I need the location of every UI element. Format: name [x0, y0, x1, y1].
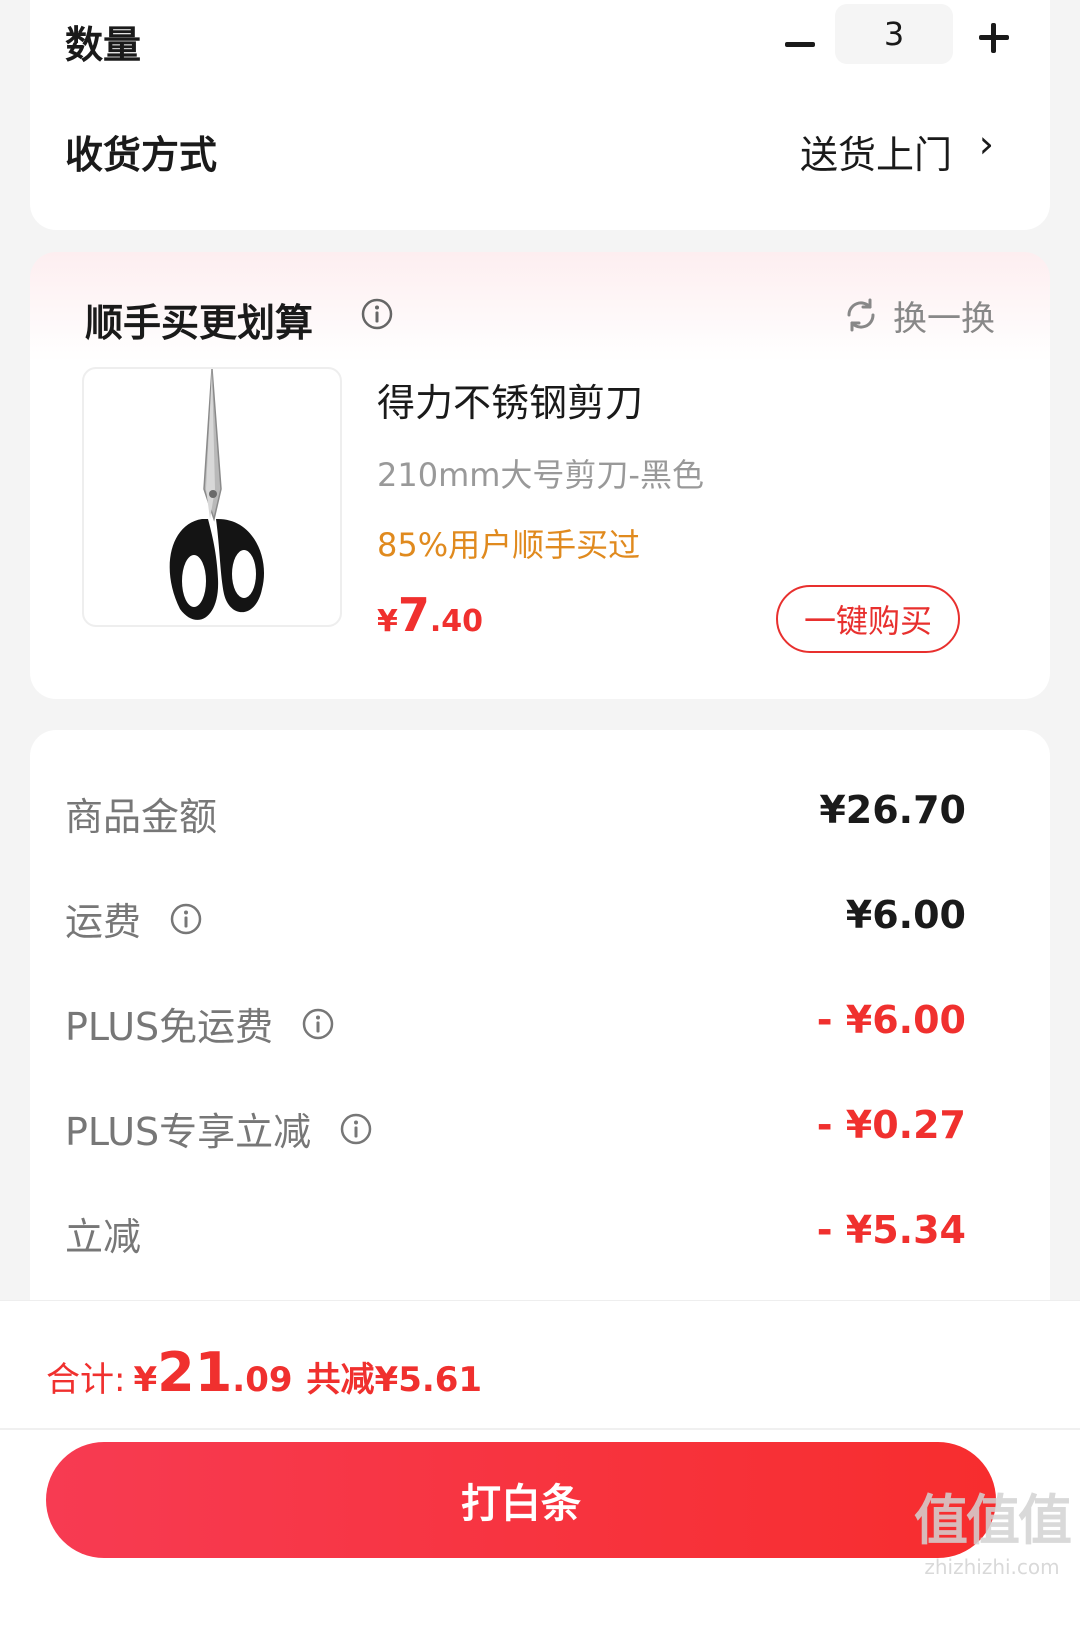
- plus-icon[interactable]: [972, 16, 1016, 60]
- fee-row: 立减 - ¥5.34: [30, 1200, 1050, 1260]
- refresh-icon: [847, 298, 875, 332]
- total-decimal: .09: [232, 1360, 293, 1400]
- fee-label: PLUS免运费: [65, 996, 335, 1051]
- watermark-logo: 值值值: [914, 1489, 1072, 1552]
- fee-label: 运费: [65, 891, 203, 946]
- product-image[interactable]: [82, 367, 342, 627]
- total-label: 合计:: [46, 1360, 126, 1400]
- info-icon[interactable]: [301, 1007, 335, 1041]
- price-decimal: .40: [429, 604, 484, 639]
- scissors-image: [169, 369, 265, 620]
- product-price: ¥ 7 .40: [377, 588, 483, 642]
- fee-value: - ¥6.00: [816, 998, 966, 1042]
- info-icon[interactable]: [360, 297, 394, 331]
- fee-value: ¥26.70: [819, 788, 966, 832]
- fee-label-text: 立减: [65, 1215, 142, 1259]
- recommendation-card: 顺手买更划算 换一换 得力不锈钢剪刀 210mm大号剪刀-黑色 85%用户顺手买…: [30, 252, 1050, 699]
- fee-label: 立减: [65, 1206, 141, 1261]
- total-currency: ¥: [133, 1360, 158, 1400]
- fee-row: 运费 ¥6.00: [30, 885, 1050, 945]
- product-name[interactable]: 得力不锈钢剪刀: [377, 372, 643, 427]
- quantity-label: 数量: [65, 23, 142, 67]
- fee-value: - ¥5.34: [816, 1208, 966, 1252]
- total-summary: 合计: ¥ 21 .09 共减¥5.61: [46, 1341, 482, 1404]
- total-integer: 21: [157, 1341, 233, 1404]
- info-icon[interactable]: [169, 902, 203, 936]
- fee-label-text: 运费: [65, 900, 142, 944]
- delivery-value: 送货上门: [799, 133, 952, 177]
- minus-icon[interactable]: [778, 24, 822, 64]
- fee-label: PLUS专享立减: [65, 1101, 373, 1156]
- quantity-input[interactable]: 3: [835, 4, 953, 64]
- fee-label-text: PLUS专享立减: [65, 1110, 312, 1154]
- fee-row: PLUS专享立减 - ¥0.27: [30, 1095, 1050, 1155]
- watermark-site: zhizhizhi.com: [924, 1555, 1060, 1579]
- recommendation-title: 顺手买更划算: [85, 301, 314, 345]
- order-options-card: 数量 3 收货方式 送货上门 ›: [30, 0, 1050, 230]
- divider: [0, 1428, 1080, 1430]
- one-click-buy-button[interactable]: 一键购买: [776, 585, 960, 653]
- fee-label: 商品金额: [65, 786, 217, 841]
- delivery-label: 收货方式: [65, 133, 218, 177]
- refresh-button[interactable]: 换一换: [843, 292, 995, 339]
- price-breakdown-card: 商品金额 ¥26.70 运费 ¥6.00 PLUS免运费 - ¥6.00 PLUS专享立减 -…: [30, 730, 1050, 1330]
- chevron-right-icon: ›: [978, 122, 994, 166]
- fee-label-text: 商品金额: [65, 795, 218, 839]
- fee-value: ¥6.00: [845, 893, 966, 937]
- pay-button[interactable]: 打白条: [46, 1442, 996, 1558]
- total-saved: 共减¥5.61: [306, 1360, 483, 1400]
- fee-value: - ¥0.27: [816, 1103, 966, 1147]
- fee-row: PLUS免运费 - ¥6.00: [30, 990, 1050, 1050]
- product-promo: 85%用户顺手买过: [377, 526, 641, 564]
- product-spec: 210mm大号剪刀-黑色: [377, 456, 704, 494]
- watermark: 值值值 zhizhizhi.com: [914, 1476, 1072, 1579]
- info-icon[interactable]: [339, 1112, 373, 1146]
- fee-label-text: PLUS免运费: [65, 1005, 274, 1049]
- fee-row: 商品金额 ¥26.70: [30, 780, 1050, 840]
- refresh-label: 换一换: [893, 298, 995, 339]
- checkout-footer: 合计: ¥ 21 .09 共减¥5.61 打白条 值值值 zhizhizhi.c…: [0, 1300, 1080, 1625]
- delivery-method-row[interactable]: 收货方式 送货上门 ›: [30, 116, 1050, 188]
- price-integer: 7: [397, 588, 430, 642]
- price-currency: ¥: [377, 604, 398, 639]
